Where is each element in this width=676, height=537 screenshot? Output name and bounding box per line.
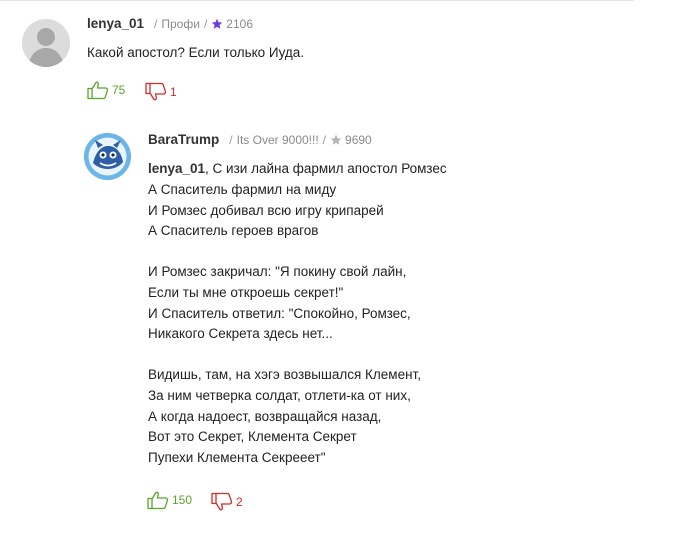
user-rating: 9690 [345, 132, 372, 147]
thumbs-down-icon [145, 82, 167, 101]
username[interactable]: lenya_01 [87, 16, 144, 31]
like-button[interactable]: 150 [147, 490, 192, 510]
default-user-icon [22, 19, 70, 67]
user-avatar-image [84, 133, 131, 180]
dislike-count: 1 [170, 85, 177, 99]
star-icon [330, 134, 342, 146]
user-rating: 2106 [226, 16, 253, 31]
comment-text: А Спаситель фармил на миду И Ромзес доби… [148, 182, 421, 465]
comment-first-line: lenya_01, С изи лайна фармил апостол Ром… [148, 159, 447, 180]
star-icon [211, 18, 223, 30]
dislike-button[interactable]: 2 [211, 492, 243, 512]
separator: / [322, 132, 327, 147]
top-divider [0, 0, 634, 1]
first-line-text: , С изи лайна фармил апостол Ромзес [205, 161, 447, 176]
separator: / [229, 132, 233, 147]
mention-link[interactable]: lenya_01 [148, 161, 205, 176]
comment-text: Какой апостол? Если только Иуда. [87, 45, 305, 60]
like-count: 75 [112, 83, 126, 97]
avatar[interactable] [22, 19, 70, 67]
avatar[interactable] [84, 133, 131, 180]
thumbs-up-icon [147, 491, 169, 510]
separator: / [154, 16, 158, 31]
comment-header: BaraTrump / Its Over 9000!!! / 9690 [148, 132, 372, 147]
comment-header: lenya_01 / Профи / 2106 [87, 16, 253, 31]
user-rank: Профи [161, 16, 200, 31]
dislike-button[interactable]: 1 [145, 82, 177, 102]
thumbs-down-icon [211, 492, 233, 511]
separator: / [203, 16, 208, 31]
thumbs-up-icon [87, 81, 109, 100]
like-count: 150 [172, 493, 193, 507]
dislike-count: 2 [236, 495, 243, 509]
user-rank: Its Over 9000!!! [236, 132, 319, 147]
like-button[interactable]: 75 [87, 80, 125, 100]
username[interactable]: BaraTrump [148, 132, 219, 147]
